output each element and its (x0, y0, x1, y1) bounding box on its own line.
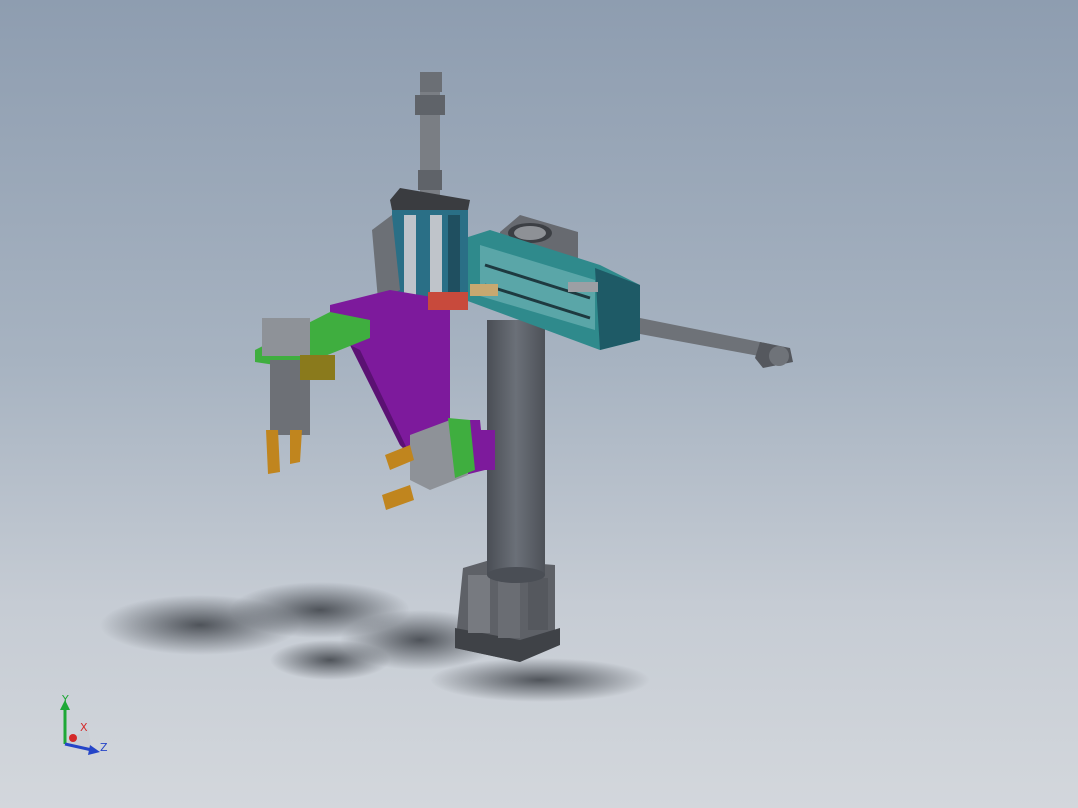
z-axis-label: Z (100, 741, 108, 754)
cad-viewport[interactable]: Y X Z (0, 0, 1078, 808)
left-gripper-jaws[interactable] (266, 430, 302, 474)
y-axis-label: Y (62, 693, 69, 706)
horizontal-rod[interactable] (640, 318, 793, 368)
left-gripper-mount[interactable] (255, 312, 370, 435)
stop-block[interactable] (428, 292, 468, 310)
right-gripper-jaws[interactable] (382, 445, 414, 510)
vertical-slide[interactable] (372, 188, 470, 300)
vertical-cylinder[interactable] (415, 72, 445, 195)
floor-shadow (100, 582, 650, 702)
vertical-column[interactable] (487, 320, 545, 583)
orientation-triad[interactable]: Y X Z (48, 688, 118, 758)
robot-arm-model[interactable] (0, 0, 1078, 808)
x-axis-label: X (80, 721, 88, 734)
